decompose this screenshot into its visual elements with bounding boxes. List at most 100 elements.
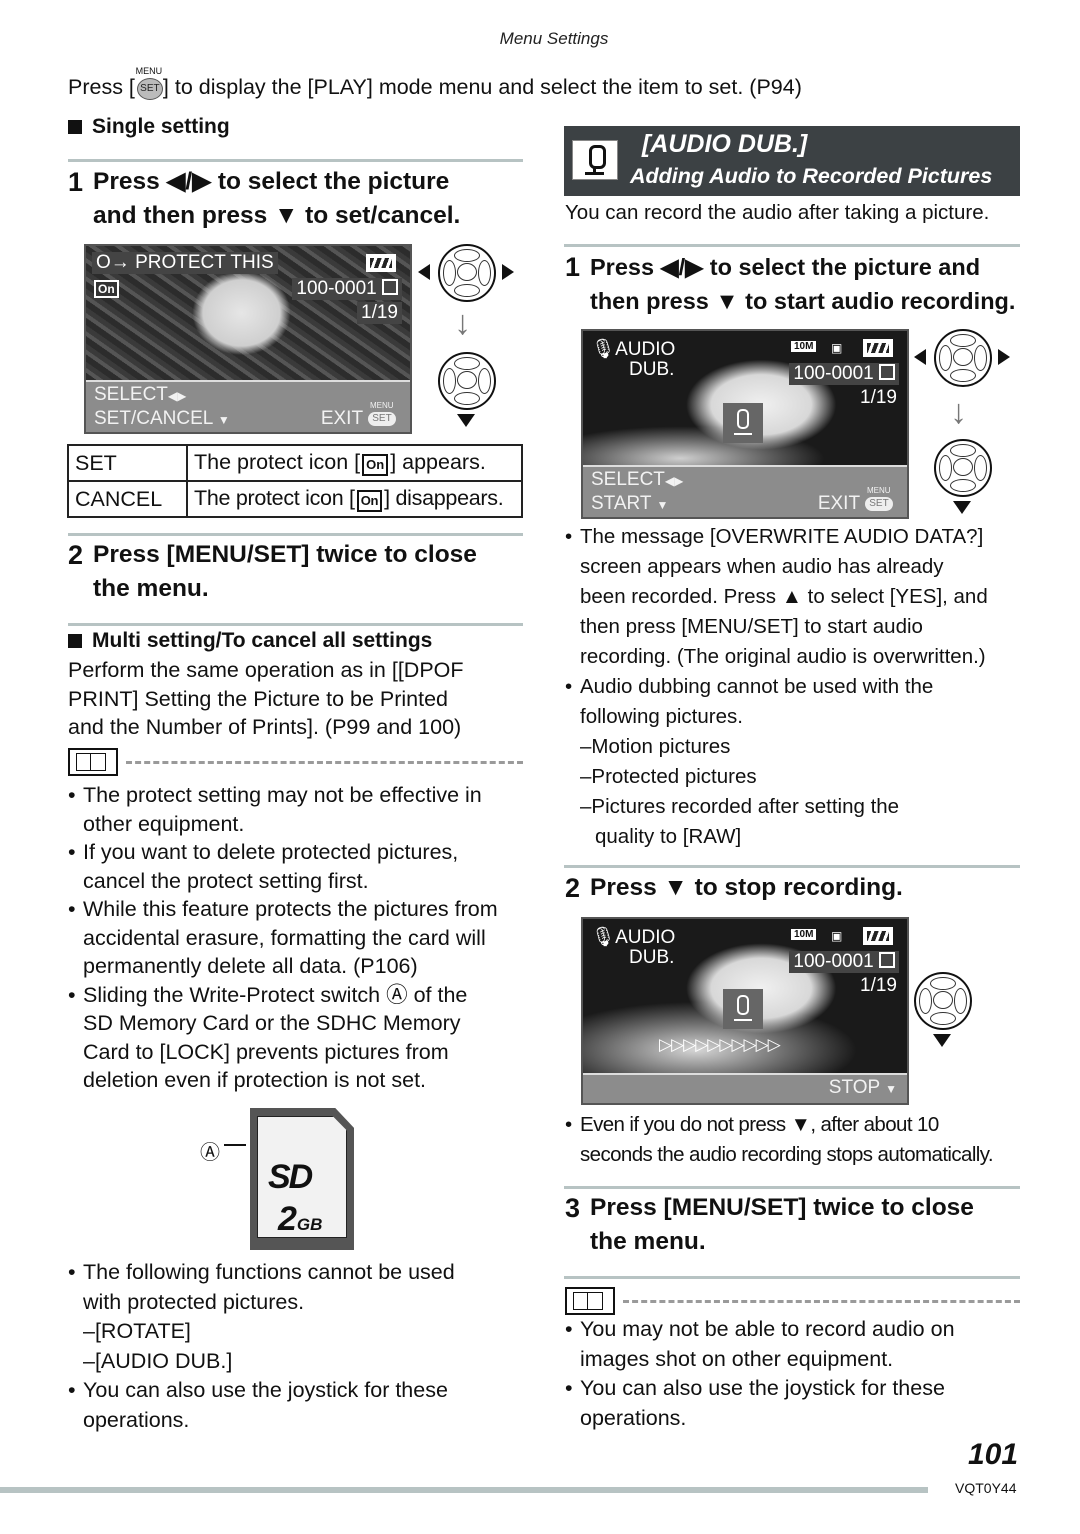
step-line: Press [MENU/SET] twice to close: [590, 1194, 974, 1221]
divider: [564, 1276, 1020, 1279]
sd-card-illustration: Ⓐ SD 2GB: [200, 1106, 360, 1254]
line: SD Memory Card or the SDHC Memory: [83, 1011, 461, 1035]
sub-item: –Motion pictures: [580, 735, 731, 758]
select-label: SELECT: [94, 384, 168, 405]
divider: [564, 865, 1020, 868]
sub-item: –[ROTATE]: [83, 1319, 191, 1343]
divider: [564, 244, 1020, 247]
line: The protect setting may not be effective…: [83, 783, 482, 807]
cursor-pad-icon: [914, 972, 972, 1030]
menu-set-button-icon: MENU SET: [135, 66, 163, 100]
audio-dub-title: [AUDIO DUB.]: [642, 130, 808, 158]
line: While this feature protects the pictures…: [83, 897, 498, 921]
audio-final-notes: You may not be able to record audio on im…: [565, 1315, 1035, 1433]
down-arrow-icon: [457, 414, 475, 427]
capacity-unit: GB: [296, 1215, 323, 1234]
menu-set-icon: MENU SET: [368, 401, 398, 426]
divider: [68, 623, 523, 626]
value-before: The protect icon [: [194, 486, 355, 510]
value-after: ] disappears.: [384, 486, 504, 510]
microphone-icon: 🎙: [591, 927, 616, 948]
recording-mic-icon: [723, 989, 763, 1029]
exit-hint: EXIT MENU SET: [817, 486, 895, 515]
image-size-icon: ▣: [831, 929, 843, 943]
sub-item: –Pictures recorded after setting the: [580, 795, 900, 818]
step-3-close-menu: 3 Press [MENU/SET] twice to close the me…: [565, 1191, 1035, 1259]
exit-label: EXIT: [817, 493, 860, 514]
step-1-protect: 1 Press ◀/▶ to select the picture and th…: [68, 165, 528, 233]
multi-setting-heading: Multi setting/To cancel all settings: [68, 629, 432, 653]
step-number: 1: [565, 252, 581, 282]
cursor-pad-diagram: ↓: [914, 329, 1014, 519]
page-number: 101: [968, 1438, 1019, 1471]
dashed-line: [126, 761, 523, 764]
auto-stop-note: Even if you do not press ▼, after about …: [565, 1110, 1035, 1170]
key-icon: O→: [96, 252, 130, 273]
picture-count: 1/19: [357, 302, 402, 324]
picture-count: 1/19: [860, 387, 897, 408]
sd-logo: SD: [268, 1158, 313, 1196]
set-label: SET: [136, 78, 163, 100]
down-icon: ▼: [656, 498, 669, 512]
footer-bar: [0, 1487, 928, 1493]
start-label: START: [591, 493, 652, 514]
set-small: SET: [368, 412, 396, 426]
note-item: Audio dubbing cannot be used with the fol…: [565, 672, 1035, 852]
battery-icon: [863, 927, 893, 945]
note-item: Even if you do not press ▼, after about …: [565, 1110, 1035, 1170]
exit-hint: EXIT MENU SET: [320, 401, 398, 430]
file-number: 100-0001: [292, 278, 402, 300]
exit-label: EXIT: [320, 408, 363, 429]
text-line: and the Number of Prints]. (P99 and 100): [68, 715, 462, 739]
microphone-icon: [572, 140, 618, 180]
stop-hint: STOP ▼: [829, 1077, 897, 1099]
recording-mic-icon: [723, 403, 763, 443]
line: You may not be able to record audio on: [580, 1317, 955, 1341]
line: screen appears when audio has already: [580, 555, 944, 578]
note-item: You can also use the joystick for these o…: [68, 1376, 528, 1435]
step-1-audio: 1 Press ◀/▶ to select the picture and th…: [565, 250, 1035, 318]
square-bullet-icon: [68, 120, 82, 134]
note-item: If you want to delete protected pictures…: [68, 838, 528, 895]
menu-small: MENU: [867, 486, 891, 495]
down-flow-arrow-icon: ↓: [454, 304, 471, 342]
step-line: the menu.: [93, 575, 209, 602]
step-number: 2: [68, 540, 84, 570]
left-arrow-icon: [914, 349, 926, 365]
protect-icon: On: [362, 454, 389, 476]
value-before: The protect icon [: [194, 450, 361, 474]
cursor-pad-icon: [438, 244, 496, 302]
text-line: PRINT] Setting the Picture to be Printed: [68, 686, 449, 711]
cursor-pad-diagram: [914, 972, 974, 1052]
line: recording. (The original audio is overwr…: [580, 645, 986, 668]
line: images shot on other equipment.: [580, 1346, 894, 1371]
select-hint: SELECT◀▶: [94, 384, 186, 406]
line: permanently delete all data. (P106): [83, 954, 418, 978]
note-item: You may not be able to record audio on im…: [565, 1315, 1035, 1374]
line: accidental erasure, formatting the card …: [83, 925, 486, 950]
card-icon: [879, 364, 895, 380]
title-line1: AUDIO: [615, 927, 676, 948]
line: then press [MENU/SET] to start audio: [580, 615, 923, 638]
file-number-text: 100-0001: [296, 278, 377, 299]
microphone-icon: 🎙: [591, 339, 616, 360]
file-number-text: 100-0001: [793, 363, 874, 384]
line: You can also use the joystick for these: [83, 1378, 448, 1402]
select-label: SELECT: [591, 469, 665, 490]
line: You can also use the joystick for these: [580, 1376, 945, 1400]
line: following pictures.: [580, 705, 743, 728]
right-arrow-icon: [502, 264, 514, 280]
sub-item: –[AUDIO DUB.]: [83, 1348, 233, 1373]
table-key: CANCEL: [67, 480, 188, 518]
notes-divider: [565, 1287, 1020, 1315]
protect-icon: On: [94, 280, 119, 298]
left-right-icon: ◀▶: [167, 389, 187, 403]
capacity-number: 2: [278, 1200, 297, 1238]
line: The message [OVERWRITE AUDIO DATA?]: [580, 525, 984, 548]
step-line: the menu.: [590, 1228, 706, 1255]
line: Even if you do not press ▼, after about …: [580, 1113, 939, 1136]
step-line: Press [MENU/SET] twice to close: [93, 541, 477, 568]
set-cancel-label: SET/CANCEL: [94, 408, 213, 429]
step-line: then press ▼ to start audio recording.: [590, 288, 1016, 314]
title-line1: AUDIO: [615, 339, 676, 360]
